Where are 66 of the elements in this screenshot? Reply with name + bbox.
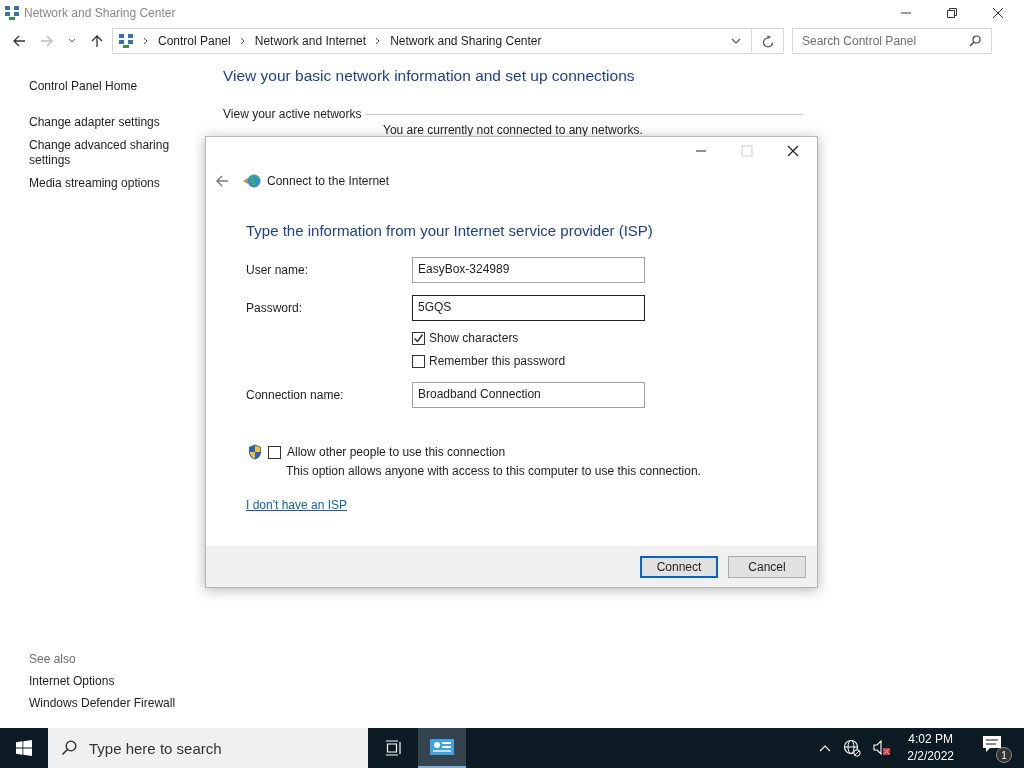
task-view-icon [385,740,403,756]
close-icon[interactable] [787,145,799,157]
no-isp-link[interactable]: I don't have an ISP [246,498,348,512]
maximize-icon [741,145,753,157]
sidebar-link[interactable]: Windows Defender Firewall [29,696,193,710]
breadcrumb-item[interactable]: Network and Internet [254,34,367,48]
back-arrow-icon[interactable] [12,34,26,48]
taskbar-app-button[interactable] [418,728,466,768]
field-label: User name: [246,263,310,277]
status-text: You are currently not connected to any networks. [383,123,644,137]
clock[interactable]: 4:02 PM 2/2/2022 [907,731,954,765]
sidebar-link[interactable]: Internet Options [29,674,193,688]
section-heading: View your active networks [223,107,362,121]
cancel-button[interactable]: Cancel [728,555,806,578]
sidebar-link[interactable]: Change advanced sharing settings [29,138,193,168]
checkbox-label[interactable]: Allow other people to use this connection [287,445,506,459]
network-icon [118,33,134,49]
field-label: Password: [246,301,304,315]
chevron-right-icon [239,37,246,45]
page-heading: View your basic network information and set up connections [223,67,636,85]
breadcrumb-item[interactable]: Network and Sharing Center [390,34,542,48]
refresh-icon [761,34,774,48]
globe-icon [243,173,261,189]
search-icon [61,740,77,756]
time: 4:02 PM [908,731,953,748]
network-icon [4,4,20,21]
search-icon [969,35,981,47]
chevron-right-icon [375,37,382,45]
input-field[interactable]: EasyBox-324989 [412,257,645,283]
address-bar[interactable]: Control Panel Network and Internet Network and Sharing Center [112,28,752,54]
restore-icon[interactable] [946,6,958,19]
option-description: This option allows anyone with access to this computer to use this connection. [286,464,702,478]
see-also-heading: See also [29,652,77,666]
checkbox-label[interactable]: Show characters [429,331,519,345]
taskbar-search-field[interactable]: Type here to search [48,728,368,768]
checkbox[interactable] [412,354,425,368]
refresh-button[interactable] [752,28,784,54]
notification-badge: 1 [996,747,1012,763]
input-field[interactable]: 5GQS [412,295,645,321]
connect-button[interactable]: Connect [640,555,718,578]
chevron-up-icon[interactable] [819,744,832,752]
chevron-down-icon[interactable] [731,37,741,45]
input-field[interactable]: Broadband Connection [412,382,645,408]
checkbox[interactable] [412,331,425,345]
notification-icon[interactable] [982,735,1002,753]
window-title: Network and Sharing Center [24,5,176,20]
dialog-heading: Type the information from your Internet service provider (ISP) [246,222,654,239]
chevron-right-icon [143,37,149,45]
windows-logo-icon [16,740,32,756]
up-arrow-icon[interactable] [90,34,104,48]
breadcrumb-item[interactable]: Control Panel [158,34,231,48]
sidebar-link[interactable]: Change adapter settings [29,115,193,130]
close-icon[interactable] [992,6,1004,19]
search-field[interactable]: Search Control Panel [792,28,992,54]
sidebar-link[interactable]: Media streaming options [29,176,193,191]
speaker-muted-icon[interactable] [873,739,892,757]
checkbox-label[interactable]: Remember this password [429,354,566,368]
chevron-down-icon[interactable] [68,37,76,45]
date: 2/2/2022 [907,748,954,765]
globe-blocked-icon[interactable] [843,739,862,757]
control-panel-icon [430,738,454,756]
dialog-title: Connect to the Internet [267,174,390,188]
field-label: Connection name: [246,388,345,402]
shield-icon [248,444,262,460]
sidebar-link[interactable]: Control Panel Home [29,79,193,94]
checkbox[interactable] [268,445,281,459]
